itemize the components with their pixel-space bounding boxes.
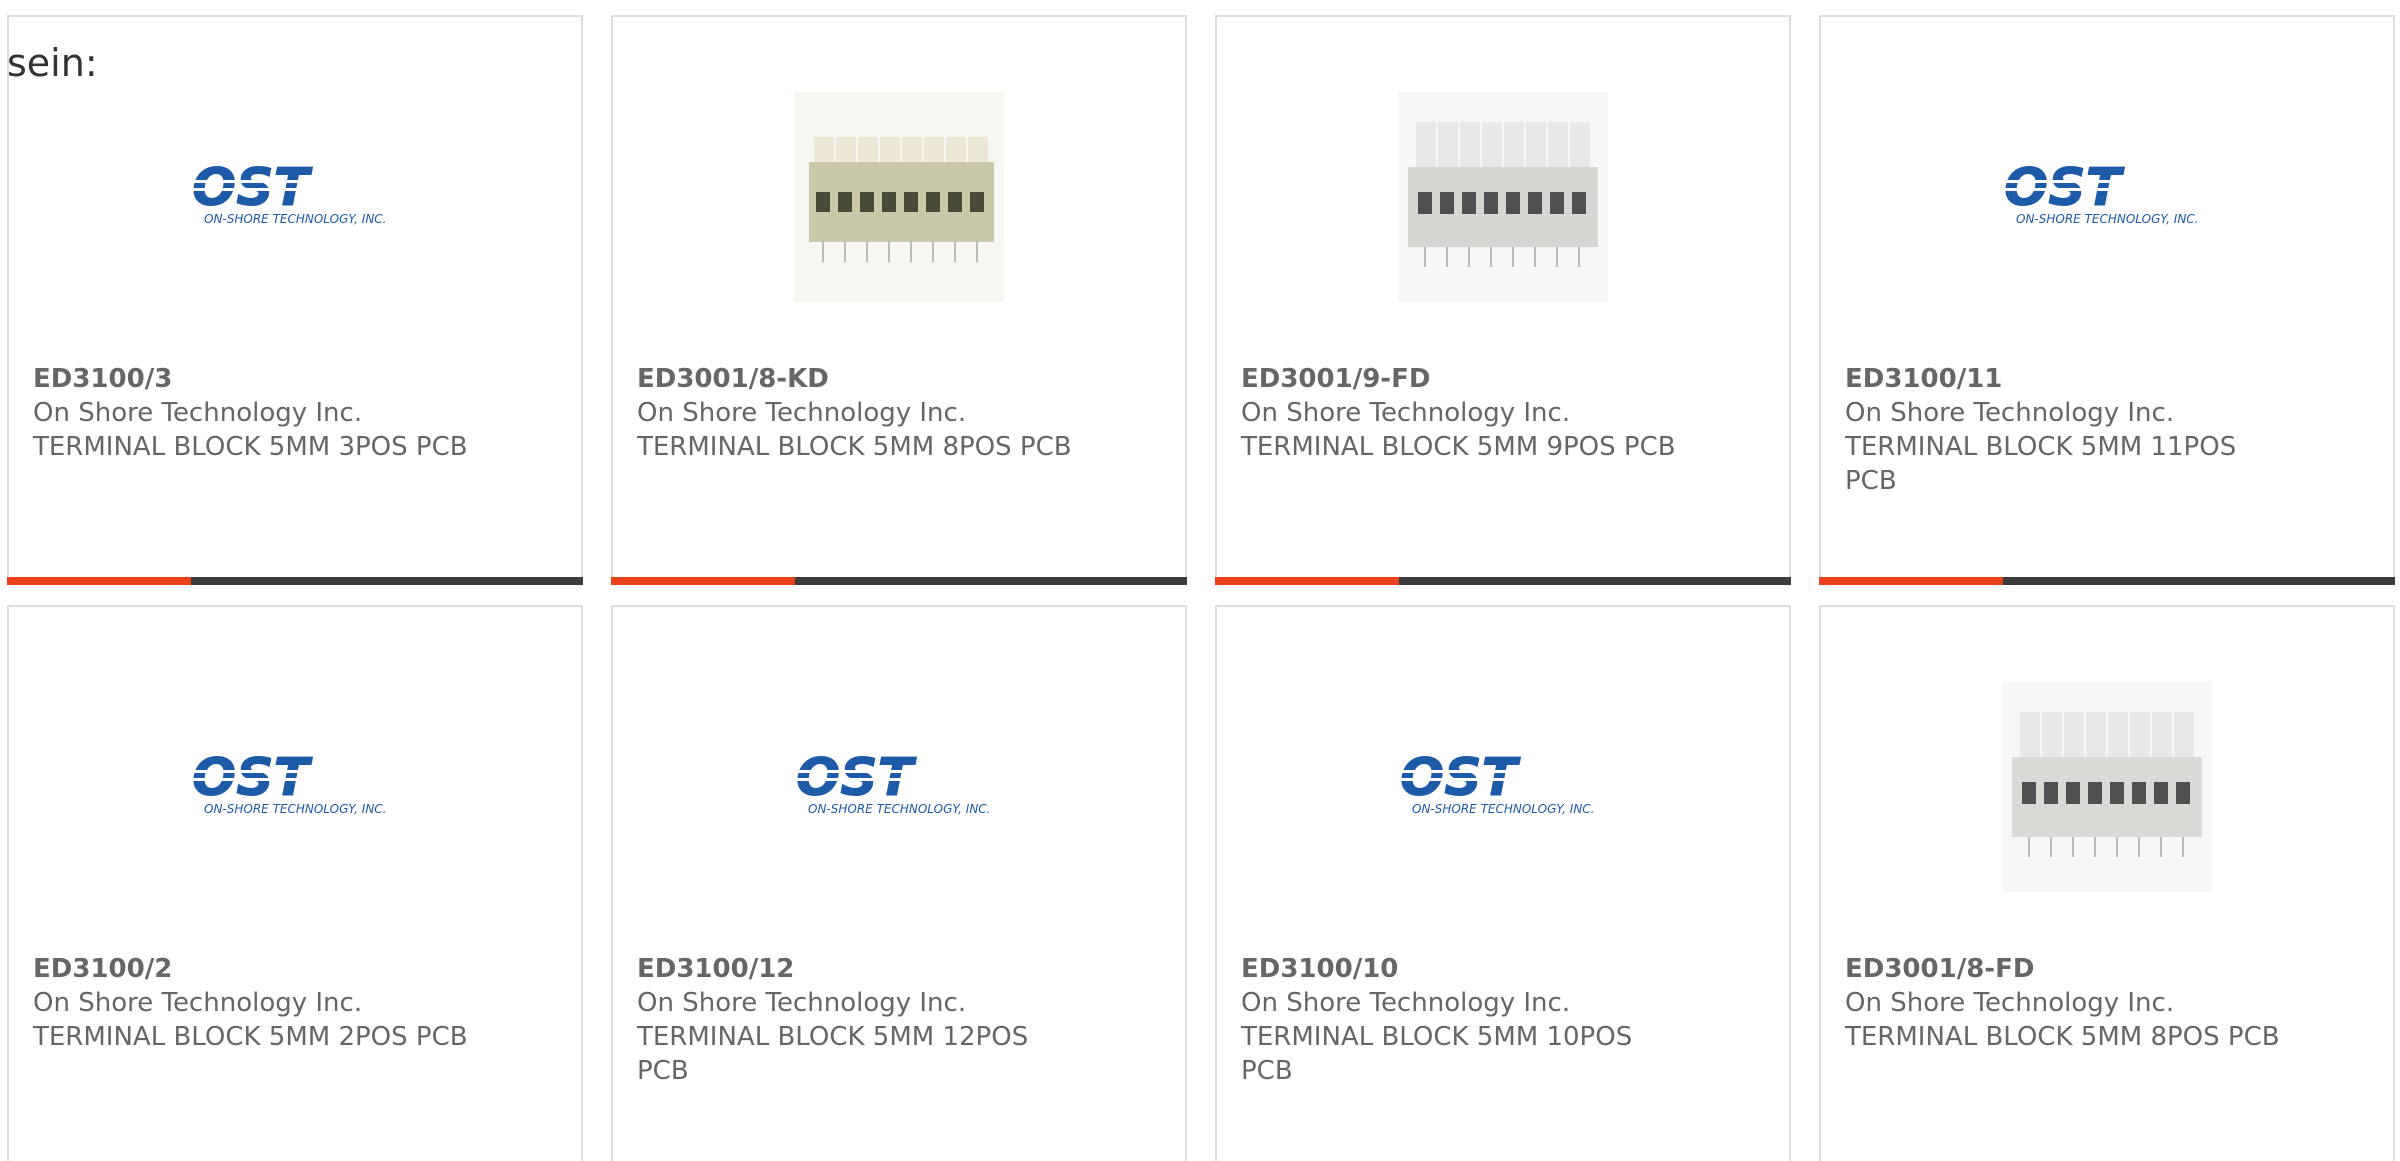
logo-small-text: ON-SHORE TECHNOLOGY, INC.: [204, 802, 387, 816]
product-info: ED3001/8-KD On Shore Technology Inc. TER…: [637, 362, 1077, 464]
logo-small-text: ON-SHORE TECHNOLOGY, INC.: [808, 802, 991, 816]
ost-logo: OST ON-SHORE TECHNOLOGY, INC.: [2002, 157, 2212, 237]
card-accent-bar: [1215, 577, 1399, 585]
card-bottom-bar: [7, 577, 583, 585]
product-card[interactable]: OST ON-SHORE TECHNOLOGY, INC. ED3100/10 …: [1215, 605, 1791, 1161]
part-number-link[interactable]: ED3001/8-KD: [637, 362, 1077, 396]
ost-logo: OST ON-SHORE TECHNOLOGY, INC.: [1398, 747, 1608, 827]
logo-small-text: ON-SHORE TECHNOLOGY, INC.: [204, 212, 387, 226]
terminal-block-image: [794, 92, 1004, 302]
product-card[interactable]: ED3001/8-KD On Shore Technology Inc. TER…: [611, 15, 1187, 585]
product-card[interactable]: ED3001/8-FD On Shore Technology Inc. TER…: [1819, 605, 2395, 1161]
product-card[interactable]: ED3001/9-FD On Shore Technology Inc. TER…: [1215, 15, 1791, 585]
manufacturer: On Shore Technology Inc.: [637, 398, 967, 428]
ost-logo: OST ON-SHORE TECHNOLOGY, INC.: [794, 747, 1004, 827]
manufacturer: On Shore Technology Inc.: [33, 398, 363, 428]
terminal-block-image: [1398, 92, 1608, 302]
description: TERMINAL BLOCK 5MM 9POS PCB: [1241, 432, 1676, 462]
card-accent-bar: [611, 577, 795, 585]
product-card[interactable]: OST ON-SHORE TECHNOLOGY, INC. ED3100/3 O…: [7, 15, 583, 585]
card-accent-bar: [7, 577, 191, 585]
part-number-link[interactable]: ED3100/2: [33, 952, 473, 986]
product-image[interactable]: OST ON-SHORE TECHNOLOGY, INC.: [1821, 87, 2393, 307]
card-bottom-bar: [1819, 577, 2395, 585]
product-card[interactable]: OST ON-SHORE TECHNOLOGY, INC. ED3100/2 O…: [7, 605, 583, 1161]
product-image[interactable]: [1217, 87, 1789, 307]
product-info: ED3001/8-FD On Shore Technology Inc. TER…: [1845, 952, 2285, 1054]
ost-logo: OST ON-SHORE TECHNOLOGY, INC.: [190, 157, 400, 237]
product-image[interactable]: OST ON-SHORE TECHNOLOGY, INC.: [9, 677, 581, 897]
logo-small-text: ON-SHORE TECHNOLOGY, INC.: [2016, 212, 2199, 226]
description: TERMINAL BLOCK 5MM 11POS PCB: [1845, 432, 2237, 496]
manufacturer: On Shore Technology Inc.: [1845, 988, 2175, 1018]
description: TERMINAL BLOCK 5MM 8POS PCB: [1845, 1022, 2280, 1052]
product-info: ED3100/2 On Shore Technology Inc. TERMIN…: [33, 952, 473, 1054]
manufacturer: On Shore Technology Inc.: [1241, 398, 1571, 428]
description: TERMINAL BLOCK 5MM 8POS PCB: [637, 432, 1072, 462]
part-number-link[interactable]: ED3100/11: [1845, 362, 2245, 396]
card-bottom-bar: [611, 577, 1187, 585]
product-grid-page: sein: OST ON-SHORE TECHNOLOGY, INC. ED31…: [0, 0, 2400, 1161]
manufacturer: On Shore Technology Inc.: [1845, 398, 2175, 428]
description: TERMINAL BLOCK 5MM 10POS PCB: [1241, 1022, 1633, 1086]
product-info: ED3100/12 On Shore Technology Inc. TERMI…: [637, 952, 1037, 1088]
description: TERMINAL BLOCK 5MM 12POS PCB: [637, 1022, 1029, 1086]
product-info: ED3100/11 On Shore Technology Inc. TERMI…: [1845, 362, 2245, 498]
part-number-link[interactable]: ED3100/10: [1241, 952, 1641, 986]
part-number-link[interactable]: ED3100/3: [33, 362, 473, 396]
card-accent-bar: [1819, 577, 2003, 585]
terminal-block-image: [2002, 682, 2212, 892]
description: TERMINAL BLOCK 5MM 3POS PCB: [33, 432, 468, 462]
ost-logo: OST ON-SHORE TECHNOLOGY, INC.: [190, 747, 400, 827]
product-info: ED3100/3 On Shore Technology Inc. TERMIN…: [33, 362, 473, 464]
card-bottom-bar: [1215, 577, 1791, 585]
leading-text: sein:: [7, 41, 98, 85]
product-info: ED3001/9-FD On Shore Technology Inc. TER…: [1241, 362, 1681, 464]
part-number-link[interactable]: ED3100/12: [637, 952, 1037, 986]
product-card[interactable]: OST ON-SHORE TECHNOLOGY, INC. ED3100/11 …: [1819, 15, 2395, 585]
product-image[interactable]: [1821, 677, 2393, 897]
description: TERMINAL BLOCK 5MM 2POS PCB: [33, 1022, 468, 1052]
product-image[interactable]: OST ON-SHORE TECHNOLOGY, INC.: [613, 677, 1185, 897]
manufacturer: On Shore Technology Inc.: [637, 988, 967, 1018]
manufacturer: On Shore Technology Inc.: [1241, 988, 1571, 1018]
product-image[interactable]: OST ON-SHORE TECHNOLOGY, INC.: [9, 87, 581, 307]
product-info: ED3100/10 On Shore Technology Inc. TERMI…: [1241, 952, 1641, 1088]
product-card[interactable]: OST ON-SHORE TECHNOLOGY, INC. ED3100/12 …: [611, 605, 1187, 1161]
part-number-link[interactable]: ED3001/8-FD: [1845, 952, 2285, 986]
logo-small-text: ON-SHORE TECHNOLOGY, INC.: [1412, 802, 1595, 816]
product-image[interactable]: OST ON-SHORE TECHNOLOGY, INC.: [1217, 677, 1789, 897]
manufacturer: On Shore Technology Inc.: [33, 988, 363, 1018]
part-number-link[interactable]: ED3001/9-FD: [1241, 362, 1681, 396]
product-image[interactable]: [613, 87, 1185, 307]
